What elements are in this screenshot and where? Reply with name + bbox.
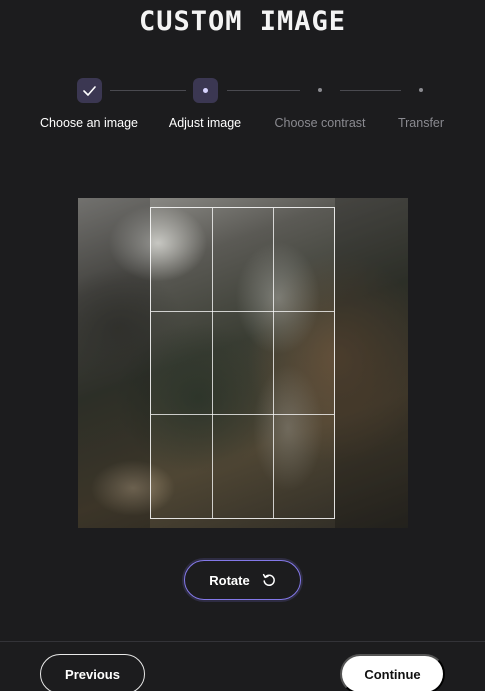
rotate-button-label: Rotate — [209, 572, 250, 588]
step-connector — [110, 90, 186, 91]
crop-overlay-left — [78, 198, 150, 528]
previous-button[interactable]: Previous — [40, 654, 145, 691]
crop-selection-frame[interactable] — [150, 207, 335, 519]
continue-button[interactable]: Continue — [340, 654, 445, 691]
checkmark-icon — [83, 85, 96, 96]
step-label-choose-contrast: Choose contrast — [274, 116, 366, 130]
rotate-button[interactable]: Rotate — [184, 560, 301, 600]
rotate-ccw-icon — [262, 573, 275, 587]
page-title: CUSTOM IMAGE — [138, 6, 347, 37]
step-label-choose-image[interactable]: Choose an image — [40, 116, 138, 130]
step-1-check-marker[interactable] — [77, 78, 102, 103]
step-3-pending-marker — [318, 88, 322, 92]
crop-grid-line — [151, 311, 334, 312]
crop-overlay-right — [335, 198, 408, 528]
step-label-adjust-image: Adjust image — [168, 116, 242, 130]
custom-image-page: CUSTOM IMAGE Choose an image Adjust imag… — [0, 0, 485, 691]
current-step-dot-icon — [203, 88, 208, 93]
crop-grid-line — [273, 208, 274, 518]
step-4-pending-marker — [419, 88, 423, 92]
step-2-current-marker — [193, 78, 218, 103]
image-cropper[interactable] — [78, 198, 408, 528]
step-connector — [340, 90, 401, 91]
crop-grid-line — [212, 208, 213, 518]
crop-grid-line — [151, 414, 334, 415]
footer-divider — [0, 641, 485, 642]
progress-stepper: Choose an image Adjust image Choose cont… — [0, 76, 485, 136]
step-connector — [227, 90, 300, 91]
step-label-transfer: Transfer — [397, 116, 445, 130]
